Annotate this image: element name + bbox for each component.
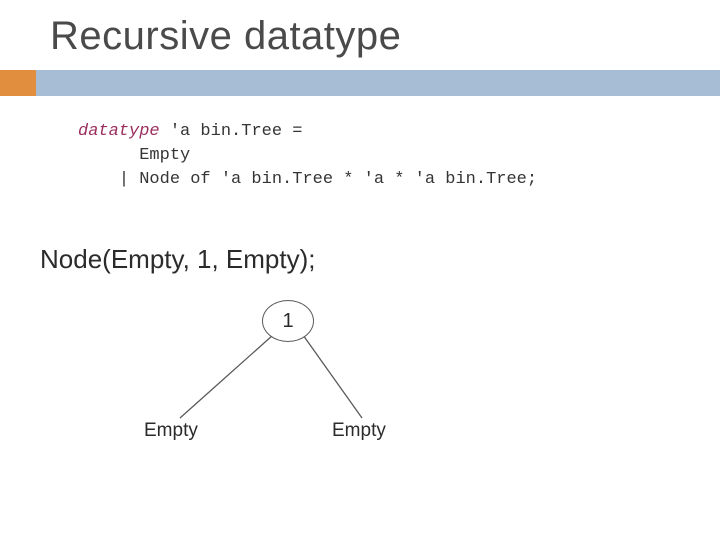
tree-root-label: 1 [282,310,293,333]
tree-diagram: 1 Empty Empty [110,300,430,470]
code-line2: Empty [139,146,190,165]
divider-accent [0,70,36,96]
code-keyword: datatype [78,122,160,141]
code-block: datatype 'a bin.Tree = Empty | Node of '… [78,120,537,192]
code-line3: | Node of 'a bin.Tree * 'a * 'a bin.Tree… [119,170,537,189]
slide: Recursive datatype datatype 'a bin.Tree … [0,0,720,540]
code-line1-rest: 'a bin.Tree = [160,122,303,141]
example-expression: Node(Empty, 1, Empty); [40,244,316,275]
slide-title: Recursive datatype [50,14,401,59]
divider-band [0,70,720,96]
tree-root-node: 1 [262,300,314,342]
